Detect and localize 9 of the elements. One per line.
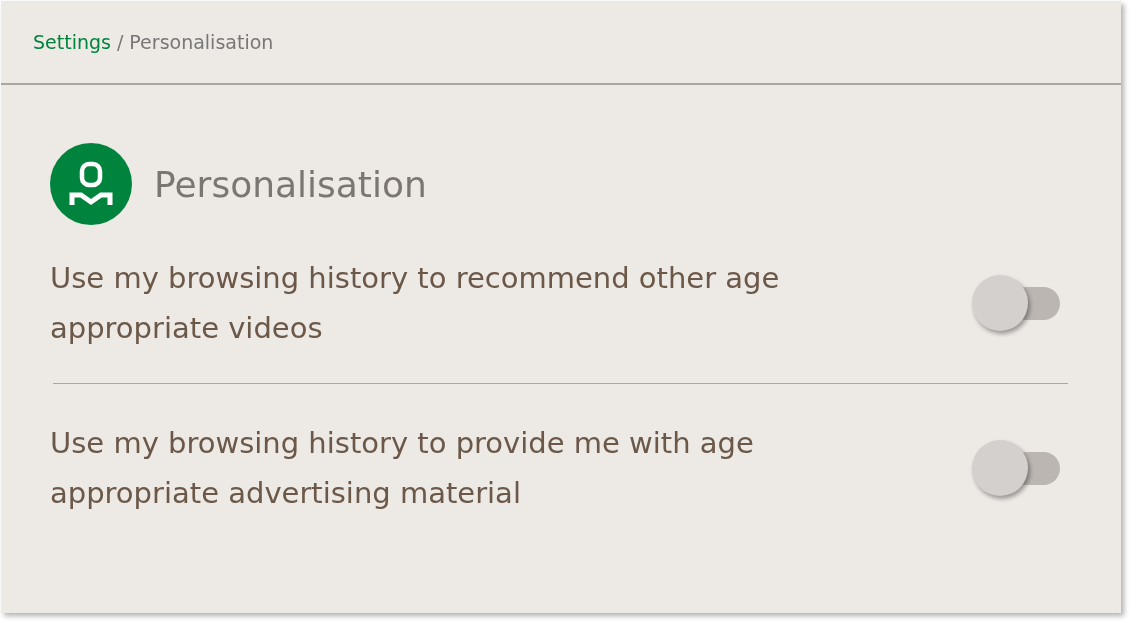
breadcrumb-separator: / (116, 31, 124, 53)
option-label: Use my browsing history to provide me with age appropriate advertising material (50, 425, 755, 512)
breadcrumb-link[interactable]: Settings (33, 31, 111, 53)
toggle-switch[interactable] (972, 439, 1062, 497)
user-icon (50, 143, 132, 225)
breadcrumb-current: Personalisation (129, 31, 274, 53)
toggle-switch[interactable] (972, 274, 1062, 332)
section-title: Personalisation (154, 163, 427, 205)
option-label: Use my browsing history to recommend other age appropriate videos (50, 260, 781, 347)
